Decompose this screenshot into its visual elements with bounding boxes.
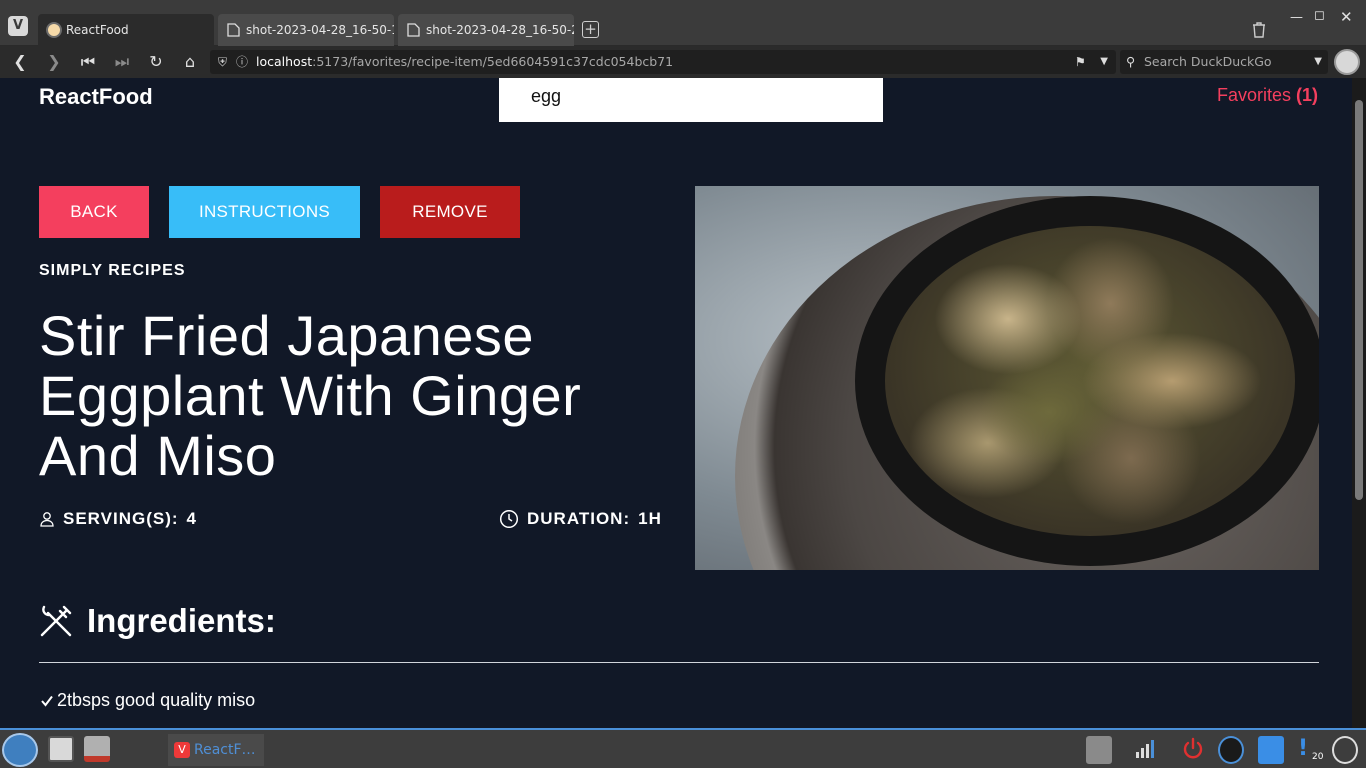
recipe-title: Stir Fried Japanese Eggplant With Ginger…: [39, 304, 582, 487]
profile-avatar-icon[interactable]: [1334, 49, 1360, 75]
eggplant-dish-shape: [885, 226, 1295, 536]
home-icon[interactable]: ⌂: [180, 52, 200, 72]
site-logo[interactable]: ReactFood: [39, 84, 153, 110]
document-icon: [227, 23, 240, 37]
duration-value: 1H: [638, 509, 662, 528]
instructions-button[interactable]: INSTRUCTIONS: [169, 186, 360, 238]
chevron-down-icon[interactable]: ▼: [1100, 50, 1108, 74]
close-window-button[interactable]: ✕: [1340, 8, 1353, 26]
url-field[interactable]: ⛨ ⓘ localhost:5173/favorites/recipe-item…: [210, 50, 1116, 74]
os-taskbar: V ReactF… ! 20: [0, 728, 1366, 768]
clock-icon[interactable]: [1332, 736, 1358, 764]
tab-label: shot-2023-04-28_16-50-12: [246, 23, 394, 37]
network-icon[interactable]: [1134, 736, 1160, 764]
file-manager-icon[interactable]: [84, 736, 110, 762]
search-icon: ⚲: [1126, 54, 1136, 69]
divider: [39, 662, 1319, 663]
recipe-publisher: SIMPLY RECIPES: [39, 262, 186, 279]
shield-icon: ⛨: [218, 55, 228, 69]
maximize-button[interactable]: ◻: [1314, 8, 1325, 23]
tab-shot-2[interactable]: shot-2023-04-28_16-50-28: [398, 14, 574, 46]
ingredients-heading-text: Ingredients:: [87, 602, 276, 639]
notification-count: 20: [1312, 752, 1324, 762]
address-bar-row: ❮ ❯ ⏮ ⏭ ↻ ⌂ ⛨ ⓘ localhost:5173/favorites…: [0, 46, 1366, 78]
minimize-button[interactable]: —: [1290, 10, 1303, 25]
back-button[interactable]: BACK: [39, 186, 149, 238]
tab-label: ReactFood: [66, 23, 129, 37]
trash-icon[interactable]: [1252, 22, 1266, 38]
ingredient-text: 2tbsps good quality miso: [57, 690, 256, 710]
fast-forward-icon[interactable]: ⏭: [112, 52, 132, 72]
favorites-link[interactable]: Favorites (1): [1217, 85, 1318, 106]
ingredient-item: 2tbsps good quality miso: [41, 690, 255, 711]
servings-value: 4: [186, 509, 198, 528]
ingredients-heading: Ingredients:: [39, 602, 276, 640]
document-icon: [407, 23, 420, 37]
duration-label: DURATION:: [527, 509, 631, 528]
check-icon: [41, 695, 53, 707]
tab-shot-1[interactable]: shot-2023-04-28_16-50-12: [218, 14, 394, 46]
tab-favicon-icon: [46, 22, 62, 38]
start-menu-icon[interactable]: [2, 733, 38, 767]
page-scrollbar[interactable]: [1352, 78, 1366, 728]
forward-nav-icon[interactable]: ❯: [44, 52, 64, 72]
user-icon: [40, 512, 54, 527]
web-search-field[interactable]: ⚲ Search DuckDuckGo ▼: [1120, 50, 1328, 74]
clipboard-manager-icon[interactable]: [1086, 736, 1112, 764]
servings-info: SERVING(S): 4: [39, 509, 197, 529]
media-player-icon[interactable]: [1218, 736, 1244, 764]
terminal-icon[interactable]: [48, 736, 74, 762]
utensils-icon: [40, 605, 72, 637]
url-host: localhost: [256, 54, 313, 69]
remove-button[interactable]: REMOVE: [380, 186, 520, 238]
rewind-icon[interactable]: ⏮: [78, 52, 98, 72]
clipboard-icon[interactable]: [1258, 736, 1284, 764]
info-icon: ⓘ: [236, 55, 249, 69]
vivaldi-icon: V: [174, 742, 190, 758]
tab-reactfood[interactable]: ReactFood: [38, 14, 214, 46]
page-content: ReactFood egg Favorites (1) BACK INSTRUC…: [0, 78, 1352, 728]
taskbar-task-reactfood[interactable]: V ReactF…: [168, 734, 264, 766]
url-path: :5173/favorites/recipe-item/5ed6604591c3…: [312, 54, 674, 69]
task-label: ReactF…: [194, 742, 256, 758]
tab-label: shot-2023-04-28_16-50-28: [426, 23, 574, 37]
favorites-count: (1): [1296, 85, 1318, 105]
duration-info: DURATION: 1H: [499, 509, 662, 529]
favorites-label: Favorites: [1216, 85, 1291, 105]
web-search-placeholder: Search DuckDuckGo: [1144, 54, 1272, 69]
clock-icon: [499, 509, 519, 529]
scrollbar-thumb[interactable]: [1355, 100, 1363, 500]
reload-icon[interactable]: ↻: [146, 52, 166, 72]
back-nav-icon[interactable]: ❮: [10, 52, 30, 72]
browser-tabbar: V ReactFood shot-2023-04-28_16-50-12 sho…: [0, 0, 1366, 46]
recipe-image: [695, 186, 1319, 570]
power-icon[interactable]: [1180, 736, 1206, 764]
new-tab-button[interactable]: +: [582, 21, 599, 38]
servings-label: SERVING(S):: [63, 509, 179, 528]
vivaldi-menu-icon[interactable]: V: [8, 16, 28, 36]
recipe-search-input[interactable]: egg: [499, 78, 883, 122]
chevron-down-icon[interactable]: ▼: [1314, 50, 1322, 74]
bookmark-icon[interactable]: ⚑: [1075, 50, 1086, 74]
